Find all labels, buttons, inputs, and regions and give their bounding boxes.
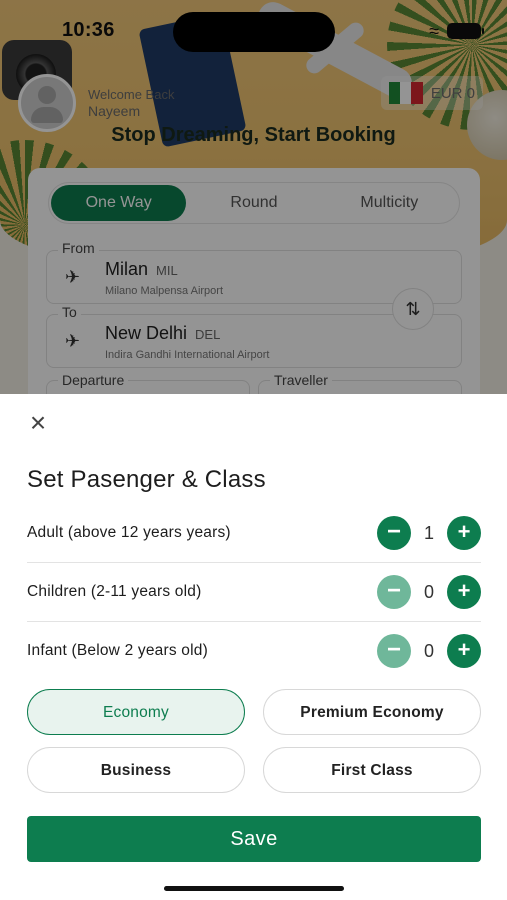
minus-icon: − [386, 577, 401, 604]
children-label: Children (2-11 years old) [27, 583, 202, 600]
adult-increment-button[interactable]: + [447, 516, 481, 550]
class-business-button[interactable]: Business [27, 747, 245, 793]
infant-label: Infant (Below 2 years old) [27, 642, 208, 659]
children-row: Children (2-11 years old) − 0 + [27, 563, 481, 622]
class-economy-button[interactable]: Economy [27, 689, 245, 735]
class-premium-economy-button[interactable]: Premium Economy [263, 689, 481, 735]
children-count: 0 [423, 582, 434, 602]
adult-stepper: − 1 + [377, 516, 481, 550]
children-stepper: − 0 + [377, 575, 481, 609]
infant-count: 0 [423, 641, 434, 661]
children-decrement-button[interactable]: − [377, 575, 411, 609]
children-increment-button[interactable]: + [447, 575, 481, 609]
adult-decrement-button[interactable]: − [377, 516, 411, 550]
class-first-class-button[interactable]: First Class [263, 747, 481, 793]
plus-icon: + [457, 578, 471, 603]
plus-icon: + [457, 637, 471, 662]
close-icon: × [29, 407, 47, 438]
infant-decrement-button[interactable]: − [377, 634, 411, 668]
plus-icon: + [457, 519, 471, 544]
close-button[interactable]: × [22, 408, 54, 440]
adult-row: Adult (above 12 years years) − 1 + [27, 504, 481, 563]
save-button[interactable]: Save [27, 816, 481, 862]
minus-icon: − [386, 636, 401, 663]
adult-count: 1 [423, 523, 434, 543]
home-indicator[interactable] [164, 886, 344, 891]
sheet-title: Set Pasenger & Class [27, 466, 266, 493]
passenger-class-sheet: × Set Pasenger & Class Adult (above 12 y… [0, 394, 507, 900]
adult-label: Adult (above 12 years years) [27, 524, 231, 541]
minus-icon: − [386, 518, 401, 545]
infant-row: Infant (Below 2 years old) − 0 + [27, 622, 481, 680]
infant-stepper: − 0 + [377, 634, 481, 668]
infant-increment-button[interactable]: + [447, 634, 481, 668]
